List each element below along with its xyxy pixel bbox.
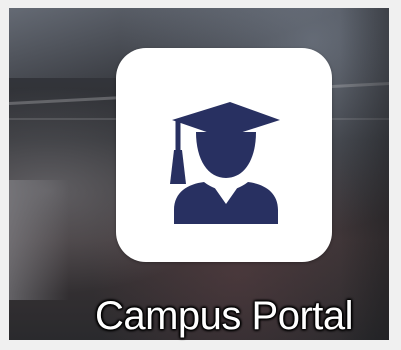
desktop-icon-label[interactable]: Campus Portal	[79, 293, 369, 339]
desktop-frame: Campus Portal	[0, 0, 401, 350]
desktop-shortcut-campus-portal[interactable]: Campus Portal	[79, 45, 369, 340]
graduate-icon	[170, 102, 280, 224]
app-icon-tile[interactable]	[116, 48, 332, 262]
